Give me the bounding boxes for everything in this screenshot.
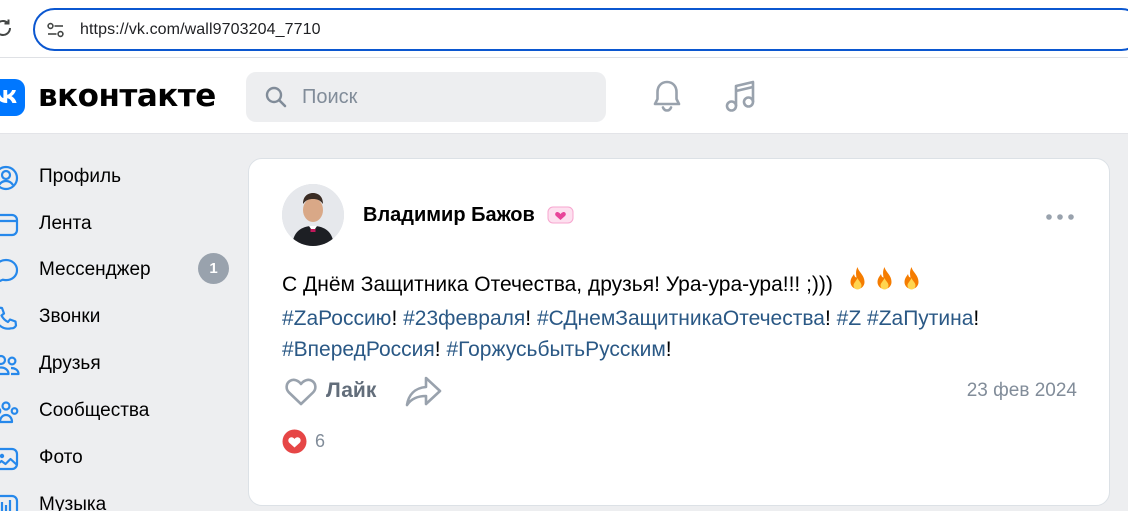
sidebar-item-label: Сообщества xyxy=(39,400,150,421)
exclamation: ! xyxy=(824,307,831,330)
search-input[interactable]: Поиск xyxy=(246,72,606,122)
sidebar-item-photos[interactable]: Фото xyxy=(0,437,240,477)
like-label: Лайк xyxy=(326,379,377,402)
author-avatar[interactable] xyxy=(282,184,344,246)
hashtag-link[interactable]: #ВпередРоссия xyxy=(282,338,435,361)
sidebar-item-communities[interactable]: Сообщества xyxy=(0,390,240,430)
sidebar-item-label: Фото xyxy=(39,447,83,468)
fire-icon xyxy=(904,267,919,290)
post-text-line-1: С Днём Защитника Отечества, друзья! Ура-… xyxy=(282,266,1062,303)
reactions-count[interactable]: 6 xyxy=(315,431,325,452)
photo-icon xyxy=(0,447,19,471)
heart-reaction-icon[interactable] xyxy=(282,429,307,454)
sidebar-item-profile[interactable]: Профиль xyxy=(0,156,240,196)
wall-post: Владимир Бажов С Днём Защитника Отечеств… xyxy=(248,158,1110,506)
sidebar-item-music[interactable]: Музыка xyxy=(0,484,240,511)
hashtag-link[interactable]: #ZaПутина xyxy=(867,307,973,330)
vk-logo-icon[interactable] xyxy=(0,79,25,116)
post-text: С Днём Защитника Отечества, друзья! Ура-… xyxy=(282,266,1062,365)
exclamation: ! xyxy=(973,307,980,330)
music-icon xyxy=(0,494,19,511)
post-message: С Днём Защитника Отечества, друзья! Ура-… xyxy=(282,273,833,296)
profile-icon xyxy=(0,165,19,191)
exclamation: ! xyxy=(434,338,441,361)
fire-icon xyxy=(877,267,892,290)
bell-icon[interactable] xyxy=(650,78,684,114)
pink-heart-icon xyxy=(547,206,574,224)
share-icon[interactable] xyxy=(405,374,443,408)
like-button[interactable]: Лайк xyxy=(282,373,392,411)
unread-count-badge: 1 xyxy=(198,253,229,284)
search-icon xyxy=(265,86,287,108)
sidebar-item-label: Лента xyxy=(39,213,92,234)
heart-outline-icon xyxy=(285,378,317,406)
feed-icon xyxy=(0,213,19,237)
post-text-line-2: #ZaРоссию! #23февраля! #СДнемЗащитникаОт… xyxy=(282,303,1062,334)
sidebar-item-label: Профиль xyxy=(39,166,122,187)
hashtag-link[interactable]: #ГоржусьбытьРусским xyxy=(446,338,665,361)
messenger-icon xyxy=(0,258,19,283)
browser-toolbar: https://vk.com/wall9703204_7710 xyxy=(0,0,1128,58)
sidebar-item-feed[interactable]: Лента xyxy=(0,203,240,243)
address-bar[interactable]: https://vk.com/wall9703204_7710 xyxy=(33,8,1128,51)
more-options-icon[interactable] xyxy=(1045,212,1075,222)
search-placeholder: Поиск xyxy=(302,86,358,108)
communities-icon xyxy=(0,401,19,424)
hashtag-link[interactable]: #СДнемЗащитникаОтечества xyxy=(537,307,825,330)
phone-icon xyxy=(0,306,18,330)
music-note-icon[interactable] xyxy=(723,78,759,114)
exclamation: ! xyxy=(665,338,672,361)
fire-emoji-group xyxy=(845,266,926,303)
sidebar-item-label: Звонки xyxy=(39,306,101,327)
sidebar-item-friends[interactable]: Друзья xyxy=(0,343,240,383)
url-text[interactable]: https://vk.com/wall9703204_7710 xyxy=(80,21,321,39)
reload-icon[interactable] xyxy=(0,17,14,39)
fire-icon xyxy=(850,267,865,290)
hashtag-link[interactable]: #23февраля xyxy=(403,307,525,330)
post-text-line-3: #ВпередРоссия! #ГоржусьбытьРусским! xyxy=(282,334,1062,365)
exclamation: ! xyxy=(525,307,532,330)
friends-icon xyxy=(0,354,20,376)
sidebar-item-label: Мессенджер xyxy=(39,259,151,280)
exclamation: ! xyxy=(391,307,398,330)
author-name[interactable]: Владимир Бажов xyxy=(363,204,535,227)
vk-wordmark[interactable]: вконтакте xyxy=(38,78,216,114)
hashtag-link[interactable]: #Z xyxy=(837,307,862,330)
sidebar-item-calls[interactable]: Звонки xyxy=(0,296,240,336)
post-date[interactable]: 23 фев 2024 xyxy=(967,380,1077,402)
site-header: вконтакте Поиск xyxy=(0,58,1128,134)
hashtag-link[interactable]: #ZaРоссию xyxy=(282,307,391,330)
sidebar-item-label: Музыка xyxy=(39,494,107,511)
sidebar-item-label: Друзья xyxy=(39,353,101,374)
sidebar-item-messenger[interactable]: Мессенджер 1 xyxy=(0,249,240,289)
site-info-icon[interactable] xyxy=(46,21,65,40)
